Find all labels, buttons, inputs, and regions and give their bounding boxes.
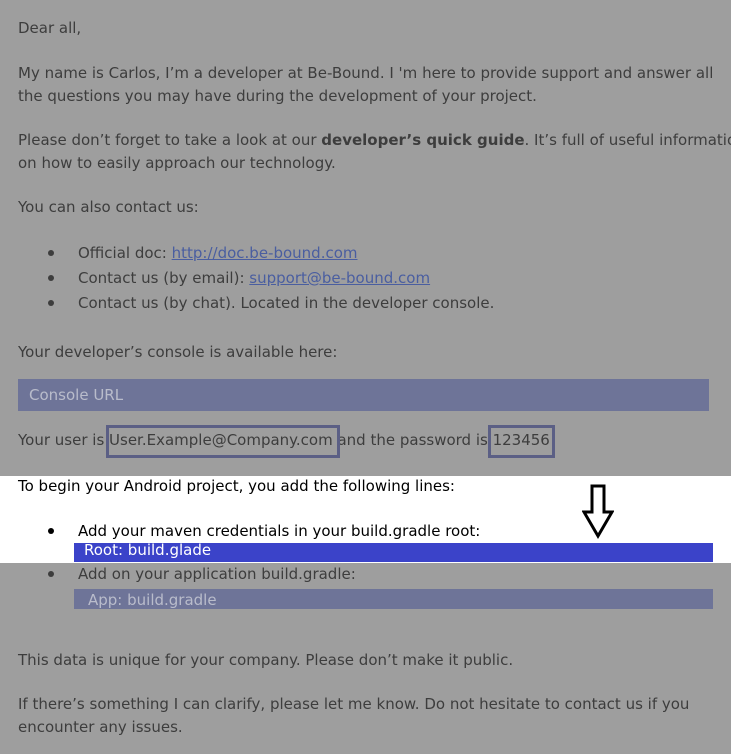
- bullet-icon: [48, 528, 54, 534]
- greeting: Dear all,: [18, 19, 82, 37]
- guide-line-1: Please don’t forget to take a look at ou…: [18, 129, 731, 152]
- app-build-label: App: build.gradle: [88, 591, 217, 609]
- console-url-label: Console URL: [29, 386, 124, 404]
- list-item-chat: Contact us (by chat). Located in the dev…: [78, 292, 494, 315]
- quick-guide-link[interactable]: developer’s quick guide: [321, 131, 524, 149]
- contact-label: Contact us (by email):: [78, 269, 250, 287]
- support-email-link[interactable]: support@be-bound.com: [249, 269, 430, 287]
- password-highlight-box: [488, 425, 555, 458]
- contact-label: Contact us (by chat). Located in the dev…: [78, 294, 495, 312]
- password-label: and the password is: [332, 431, 493, 449]
- bullet-icon: [48, 571, 54, 577]
- list-item-email: Contact us (by email): support@be-bound.…: [78, 267, 430, 290]
- contact-intro: You can also contact us:: [18, 198, 199, 216]
- guide-text-pre: Please don’t forget to take a look at ou…: [18, 131, 322, 149]
- console-url-bar[interactable]: Console URL: [18, 379, 709, 411]
- console-intro: Your developer’s console is available he…: [18, 343, 338, 361]
- down-arrow-icon: [582, 484, 614, 539]
- bullet-icon: [48, 300, 54, 306]
- guide-text-post: . It’s full of useful information: [524, 131, 731, 149]
- closing-line-1: If there’s something I can clarify, plea…: [18, 695, 690, 713]
- user-label: Your user is: [18, 431, 110, 449]
- root-build-glade-bar[interactable]: Root: build.glade: [74, 541, 713, 562]
- list-item-official-doc: Official doc: http://doc.be-bound.com: [78, 242, 358, 265]
- intro-line-1: My name is Carlos, I’m a developer at Be…: [18, 64, 714, 82]
- unique-note: This data is unique for your company. Pl…: [18, 651, 514, 669]
- user-highlight-box: [106, 425, 340, 458]
- official-doc-link[interactable]: http://doc.be-bound.com: [172, 244, 358, 262]
- closing-line-2: encounter any issues.: [18, 718, 183, 736]
- guide-line-2: on how to easily approach our technology…: [18, 154, 336, 172]
- bullet-icon: [48, 275, 54, 281]
- bullet-icon: [48, 250, 54, 256]
- android-intro: To begin your Android project, you add t…: [18, 477, 455, 495]
- contact-label: Official doc:: [78, 244, 172, 262]
- intro-line-2: the questions you may have during the de…: [18, 87, 537, 105]
- list-item-app-step: Add on your application build.gradle:: [78, 565, 356, 583]
- list-item-maven-step: Add your maven credentials in your build…: [78, 522, 481, 540]
- root-build-label: Root: build.glade: [84, 541, 212, 559]
- app-build-gradle-bar[interactable]: App: build.gradle: [74, 589, 713, 609]
